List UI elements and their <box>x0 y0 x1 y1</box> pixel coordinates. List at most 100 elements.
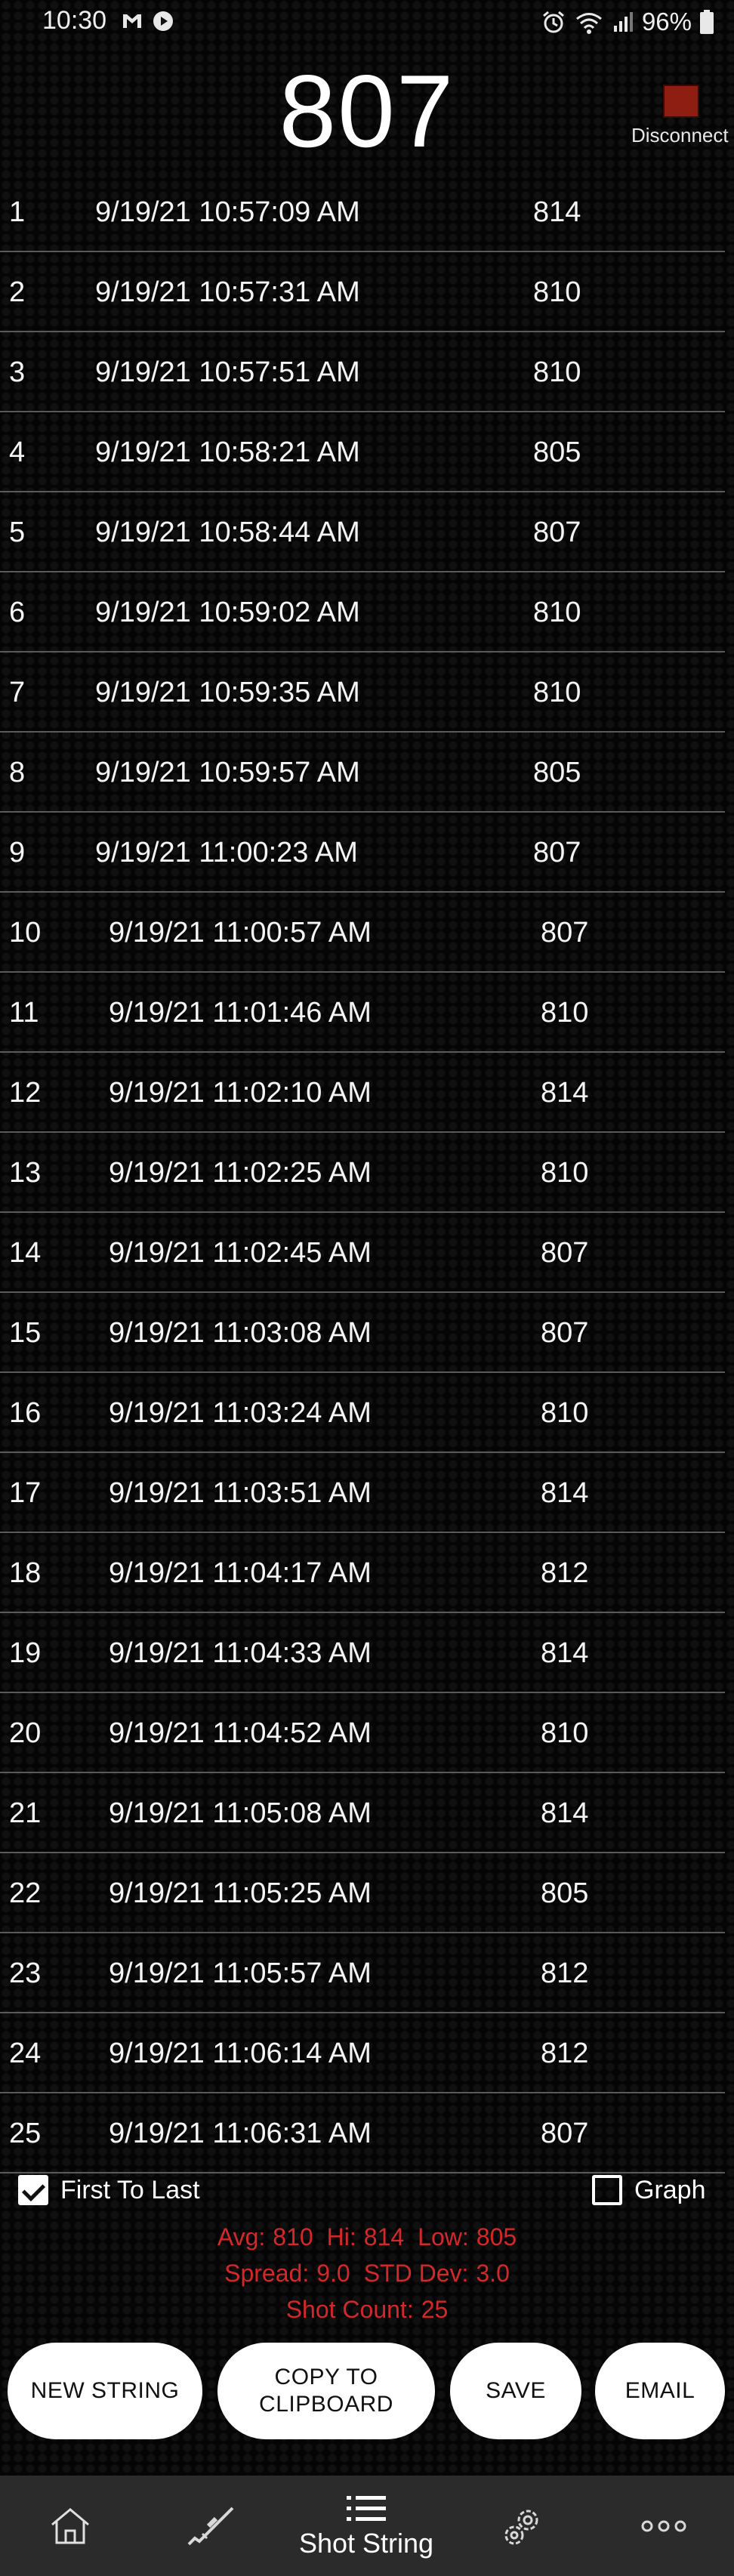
shot-velocity: 810 <box>541 1717 589 1749</box>
shot-timestamp: 9/19/21 11:02:45 AM <box>109 1237 372 1269</box>
gear-icon <box>504 2510 538 2544</box>
shot-row[interactable]: 7 9/19/21 10:59:35 AM 810 <box>0 652 725 733</box>
shot-row[interactable]: 3 9/19/21 10:57:51 AM 810 <box>0 332 725 412</box>
new-string-button[interactable]: NEW STRING <box>8 2343 202 2439</box>
nav-home[interactable] <box>38 2476 103 2576</box>
shot-timestamp: 9/19/21 11:06:31 AM <box>109 2118 372 2149</box>
nav-shot-string[interactable]: Shot String <box>287 2476 446 2576</box>
shot-row[interactable]: 20 9/19/21 11:04:52 AM 810 <box>0 1693 725 1773</box>
shot-row[interactable]: 1 9/19/21 10:57:09 AM 814 <box>0 172 725 252</box>
shot-timestamp: 9/19/21 11:02:25 AM <box>109 1157 372 1189</box>
shot-velocity: 814 <box>541 1077 589 1109</box>
shot-row[interactable]: 18 9/19/21 11:04:17 AM 812 <box>0 1533 725 1613</box>
graph-toggle[interactable]: Graph <box>592 2175 706 2205</box>
shot-index: 22 <box>9 1877 42 1909</box>
signal-icon <box>613 12 633 32</box>
save-label: SAVE <box>486 2378 546 2403</box>
nav-shot-string-label: Shot String <box>298 2527 434 2559</box>
save-button[interactable]: SAVE <box>450 2343 581 2439</box>
shot-row[interactable]: 19 9/19/21 11:04:33 AM 814 <box>0 1613 725 1693</box>
shot-row[interactable]: 14 9/19/21 11:02:45 AM 807 <box>0 1213 725 1293</box>
shot-row[interactable]: 13 9/19/21 11:02:25 AM 810 <box>0 1133 725 1213</box>
copy-to-clipboard-button[interactable]: COPY TO CLIPBOARD <box>217 2343 435 2439</box>
shot-index: 23 <box>9 1957 42 1989</box>
shot-row[interactable]: 8 9/19/21 10:59:57 AM 805 <box>0 733 725 813</box>
rifle-icon <box>187 2507 234 2545</box>
shot-row[interactable]: 9 9/19/21 11:00:23 AM 807 <box>0 813 725 893</box>
shot-list[interactable]: 1 9/19/21 10:57:09 AM 814 2 9/19/21 10:57:3… <box>0 172 734 2173</box>
media-icon <box>153 11 173 31</box>
more-icon <box>641 2520 686 2531</box>
spread-value: 9.0 <box>316 2260 350 2287</box>
shot-velocity: 805 <box>533 437 581 468</box>
shot-row[interactable]: 6 9/19/21 10:59:02 AM 810 <box>0 572 725 652</box>
first-to-last-toggle[interactable]: First To Last <box>18 2175 200 2205</box>
shot-index: 12 <box>9 1077 42 1109</box>
shot-index: 7 <box>9 677 26 708</box>
stats-line-avg-hi-low: Avg: 810 Hi: 814 Low: 805 <box>0 2223 734 2251</box>
shot-timestamp: 9/19/21 10:58:44 AM <box>95 517 360 548</box>
shot-index: 9 <box>9 837 26 868</box>
shot-velocity: 807 <box>541 1317 589 1349</box>
disconnect-button[interactable] <box>663 85 699 118</box>
shot-timestamp: 9/19/21 10:59:57 AM <box>95 757 360 788</box>
shot-timestamp: 9/19/21 11:06:14 AM <box>109 2038 372 2069</box>
shot-row[interactable]: 2 9/19/21 10:57:31 AM 810 <box>0 252 725 332</box>
shot-row[interactable]: 25 9/19/21 11:06:31 AM 807 <box>0 2093 725 2173</box>
shot-index: 1 <box>9 196 26 228</box>
shot-row[interactable]: 16 9/19/21 11:03:24 AM 810 <box>0 1373 725 1453</box>
gmail-icon <box>123 14 141 28</box>
shot-row[interactable]: 15 9/19/21 11:03:08 AM 807 <box>0 1293 725 1373</box>
shot-velocity: 810 <box>533 276 581 308</box>
shot-velocity: 807 <box>533 517 581 548</box>
shot-count-label: Shot Count: <box>285 2296 414 2323</box>
shot-timestamp: 9/19/21 11:04:52 AM <box>109 1717 372 1749</box>
nav-settings[interactable] <box>491 2476 556 2576</box>
shot-row[interactable]: 24 9/19/21 11:06:14 AM 812 <box>0 2013 725 2093</box>
shot-row[interactable]: 12 9/19/21 11:02:10 AM 814 <box>0 1053 725 1133</box>
shot-velocity: 814 <box>533 196 581 228</box>
shot-index: 2 <box>9 276 26 308</box>
shot-timestamp: 9/19/21 11:03:51 AM <box>109 1477 372 1509</box>
shot-velocity: 812 <box>541 1957 589 1989</box>
wifi-icon <box>575 13 602 34</box>
shot-timestamp: 9/19/21 11:04:33 AM <box>109 1637 372 1669</box>
shot-row[interactable]: 4 9/19/21 10:58:21 AM 805 <box>0 412 725 492</box>
shot-velocity: 810 <box>541 997 589 1029</box>
shot-row[interactable]: 11 9/19/21 11:01:46 AM 810 <box>0 973 725 1053</box>
shot-timestamp: 9/19/21 10:59:02 AM <box>95 597 360 628</box>
shot-index: 14 <box>9 1237 42 1269</box>
shot-index: 21 <box>9 1797 42 1829</box>
shot-timestamp: 9/19/21 10:57:31 AM <box>95 276 360 308</box>
battery-percent: 96% <box>641 8 692 35</box>
status-time: 10:30 <box>42 6 107 35</box>
shot-index: 19 <box>9 1637 42 1669</box>
shot-velocity: 807 <box>541 2118 589 2149</box>
shot-timestamp: 9/19/21 11:00:57 AM <box>109 917 372 949</box>
shot-row[interactable]: 22 9/19/21 11:05:25 AM 805 <box>0 1853 725 1933</box>
shot-timestamp: 9/19/21 10:57:09 AM <box>95 196 360 228</box>
shot-row[interactable]: 23 9/19/21 11:05:57 AM 812 <box>0 1933 725 2013</box>
copy-label-line2: CLIPBOARD <box>259 2392 393 2417</box>
shot-index: 6 <box>9 597 26 628</box>
shot-index: 3 <box>9 356 26 388</box>
shot-timestamp: 9/19/21 11:02:10 AM <box>109 1077 372 1109</box>
shot-velocity: 812 <box>541 2038 589 2069</box>
shot-velocity: 805 <box>533 757 581 788</box>
shot-row[interactable]: 10 9/19/21 11:00:57 AM 807 <box>0 893 725 973</box>
shot-index: 5 <box>9 517 26 548</box>
nav-more[interactable] <box>631 2476 696 2576</box>
shot-row[interactable]: 21 9/19/21 11:05:08 AM 814 <box>0 1773 725 1853</box>
status-bar: 10:30 96% <box>0 0 734 47</box>
shot-row[interactable]: 17 9/19/21 11:03:51 AM 814 <box>0 1453 725 1533</box>
avg-label: Avg: <box>217 2223 266 2251</box>
nav-rifle[interactable] <box>178 2476 243 2576</box>
shot-row[interactable]: 5 9/19/21 10:58:44 AM 807 <box>0 492 725 572</box>
shot-timestamp: 9/19/21 10:59:35 AM <box>95 677 360 708</box>
shot-index: 25 <box>9 2118 42 2149</box>
graph-checkbox[interactable] <box>592 2175 622 2205</box>
disconnect-label[interactable]: Disconnect <box>631 124 729 147</box>
email-button[interactable]: EMAIL <box>595 2343 725 2439</box>
first-to-last-checkbox[interactable] <box>18 2175 48 2205</box>
shot-velocity: 812 <box>541 1557 589 1589</box>
